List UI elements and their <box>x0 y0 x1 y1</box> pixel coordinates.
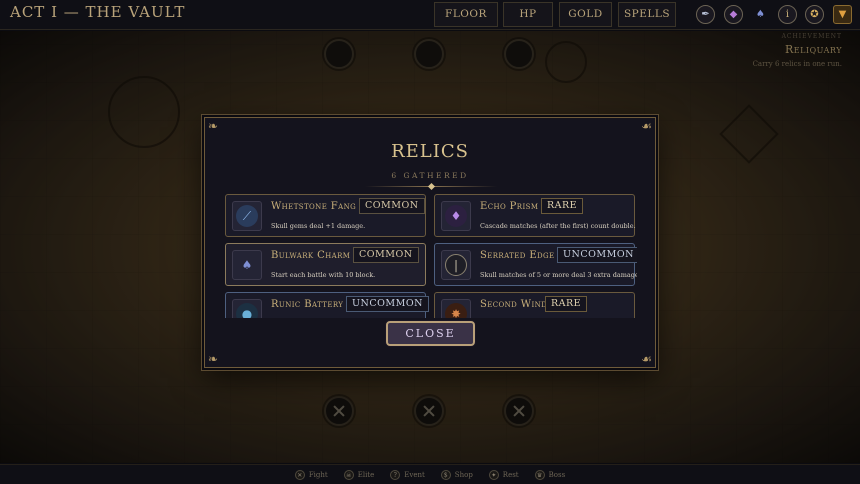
legend-item: ✕ Fight <box>294 469 328 480</box>
corner-ornament-icon: ☙ <box>641 119 652 133</box>
relic-card[interactable]: ⟋ Whetstone Fang COMMON Skull gems deal … <box>225 194 426 237</box>
relic-name: Serrated Edge <box>480 250 555 261</box>
prism-icon: ♦ <box>445 205 467 227</box>
legend-label: Rest <box>502 470 519 479</box>
relics-modal: ❧ ☙ ❧ ☙ RELICS 6 GATHERED ⟋ Whetstone Fa… <box>204 117 656 368</box>
sword-icon: ✕ <box>294 469 305 480</box>
relic-card[interactable]: ♦ Echo Prism RARE Cascade matches (after… <box>434 194 636 237</box>
legend-item: ♛ Boss <box>534 469 566 480</box>
divider-gem-icon <box>427 182 436 191</box>
spells-counter: SPELLS 3/8 <box>618 2 676 43</box>
wind-icon: ✸ <box>445 303 467 318</box>
shield-icon[interactable]: ▼ <box>833 5 852 24</box>
info-icon[interactable]: i <box>778 5 797 24</box>
hp-counter: HP 75/75 <box>503 2 553 43</box>
legend-label: Event <box>404 470 425 479</box>
relic-card[interactable]: ✸ Second Wind RARE <box>434 292 635 318</box>
rest-icon: ✦ <box>488 469 499 480</box>
relic-name: Bulwark Charm <box>271 250 351 261</box>
relic-icon-frame: ● <box>232 299 262 318</box>
feather-icon[interactable]: ✒ <box>696 5 715 24</box>
elite-icon: ☠ <box>343 469 354 480</box>
modal-title: RELICS <box>391 141 469 162</box>
fang-icon: ⟋ <box>236 205 258 227</box>
rarity-badge: RARE <box>541 198 584 214</box>
relic-name: Whetstone Fang <box>271 201 357 212</box>
map-legend: ✕ Fight ☠ Elite ? Event $ Shop ✦ Rest ♛ Boss <box>0 464 860 484</box>
legend-item: ✦ Rest <box>488 469 519 480</box>
corner-ornament-icon: ☙ <box>641 352 652 366</box>
relic-name: Echo Prism <box>480 201 539 212</box>
top-bar: ACT I — THE VAULT FLOOR 0/12 HP 75/75 GO… <box>0 0 860 43</box>
rarity-badge: UNCOMMON <box>346 296 429 312</box>
relic-icon-frame: ♠ <box>232 250 262 280</box>
gold-counter: GOLD 40 <box>559 2 612 43</box>
relic-description: Cascade matches (after the first) count … <box>480 222 636 230</box>
relic-description: Start each battle with 10 block. <box>271 271 376 279</box>
legend-item: ☠ Elite <box>343 469 375 480</box>
relic-count: 6 GATHERED <box>391 171 469 180</box>
relic-description: Skull matches of 5 or more deal 3 extra … <box>480 271 637 279</box>
legend-label: Shop <box>454 470 473 479</box>
battery-icon: ● <box>236 303 258 318</box>
corner-ornament-icon: ❧ <box>208 352 219 366</box>
relic-card[interactable]: | Serrated Edge UNCOMMON Skull matches o… <box>434 243 637 286</box>
event-icon: ? <box>390 469 401 480</box>
legend-item: ? Event <box>390 469 425 480</box>
boss-icon: ♛ <box>534 469 545 480</box>
relic-name: Runic Battery <box>271 299 344 310</box>
rarity-badge: COMMON <box>359 198 425 214</box>
relic-icon-frame: ✸ <box>441 299 471 318</box>
legend-label: Boss <box>548 470 566 479</box>
relic-card[interactable]: ♠ Bulwark Charm COMMON Start each battle… <box>225 243 426 286</box>
close-button[interactable]: CLOSE <box>386 321 475 346</box>
relic-card[interactable]: ● Runic Battery UNCOMMON <box>225 292 429 318</box>
charm-icon: ♠ <box>241 258 253 272</box>
relic-icon-frame: | <box>441 250 471 280</box>
relic-icon[interactable]: ✪ <box>805 5 824 24</box>
relic-name: Second Wind <box>480 299 548 310</box>
floor-counter: FLOOR 0/12 <box>434 2 498 43</box>
rarity-badge: RARE <box>545 296 588 312</box>
legend-label: Fight <box>308 470 328 479</box>
relic-list[interactable]: ⟋ Whetstone Fang COMMON Skull gems deal … <box>225 194 637 318</box>
blade-icon: | <box>445 254 467 276</box>
rarity-badge: COMMON <box>353 247 419 263</box>
corner-ornament-icon: ❧ <box>208 119 219 133</box>
legend-item: $ Shop <box>440 469 473 480</box>
rarity-badge: UNCOMMON <box>557 247 637 263</box>
act-title: ACT I — THE VAULT <box>10 3 186 21</box>
relic-description: Skull gems deal +1 damage. <box>271 222 366 230</box>
potion-icon[interactable]: ♠ <box>751 5 770 24</box>
legend-label: Elite <box>357 470 375 479</box>
shop-icon: $ <box>440 469 451 480</box>
relic-icon-frame: ♦ <box>441 201 471 231</box>
relic-icon-frame: ⟋ <box>232 201 262 231</box>
gem-icon[interactable]: ◆ <box>724 5 743 24</box>
